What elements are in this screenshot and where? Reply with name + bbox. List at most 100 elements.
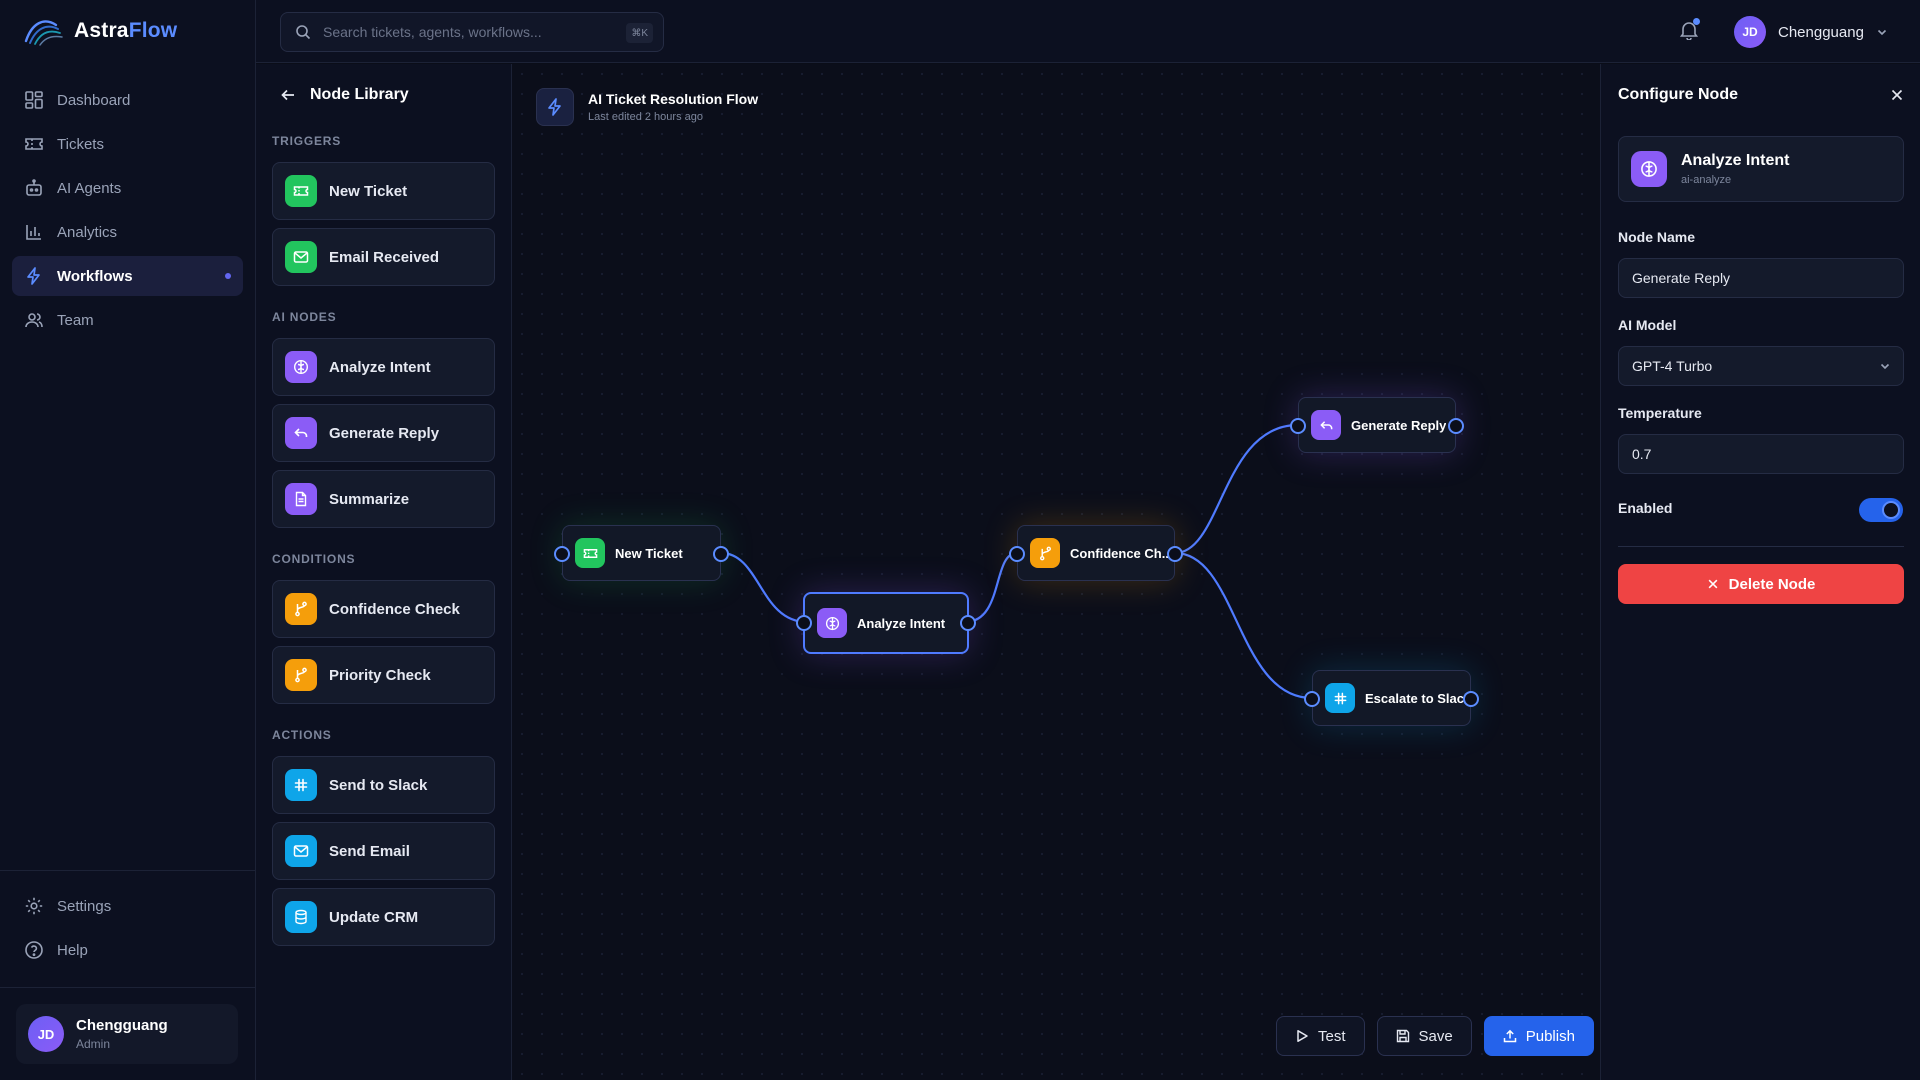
- nav-item-workflows[interactable]: Workflows: [12, 256, 243, 296]
- mail-icon: [285, 835, 317, 867]
- library-section-conditions: CONDITIONS Confidence Check Priority Che…: [272, 552, 495, 712]
- save-button[interactable]: Save: [1376, 1016, 1472, 1056]
- test-button[interactable]: Test: [1276, 1016, 1365, 1056]
- search-input[interactable]: [323, 24, 613, 40]
- node-library-panel: Node Library TRIGGERS New Ticket Email R…: [256, 64, 512, 1080]
- library-node-send-email[interactable]: Send Email: [272, 822, 495, 880]
- library-node-update-crm[interactable]: Update CRM: [272, 888, 495, 946]
- search-shortcut-badge: ⌘K: [626, 23, 653, 43]
- node-label: Analyze Intent: [329, 358, 431, 376]
- flow-node-analyze-intent[interactable]: Analyze Intent: [796, 592, 976, 654]
- input-port[interactable]: [796, 615, 812, 631]
- input-port[interactable]: [554, 546, 570, 562]
- search-box[interactable]: ⌘K: [280, 12, 664, 52]
- flow-node-new-ticket[interactable]: New Ticket: [554, 525, 729, 581]
- delete-node-button[interactable]: Delete Node: [1618, 564, 1904, 604]
- node-label: New Ticket: [329, 182, 408, 200]
- node-label: Email Received: [329, 248, 440, 266]
- reply-icon: [1311, 410, 1341, 440]
- workflow-canvas[interactable]: AI Ticket Resolution Flow Last edited 2 …: [512, 64, 1600, 1080]
- ai-model-select[interactable]: GPT-4 Turbo: [1618, 346, 1904, 386]
- output-port[interactable]: [1448, 418, 1464, 434]
- node-name-label: Node Name: [1618, 229, 1696, 245]
- node-label: Priority Check: [329, 666, 431, 684]
- users-icon: [24, 310, 44, 330]
- slack-icon: [285, 769, 317, 801]
- edge-confidence-check-to-generate-reply: [1174, 423, 1299, 555]
- search-icon: [295, 24, 311, 40]
- library-node-generate-reply[interactable]: Generate Reply: [272, 404, 495, 462]
- nav-item-dashboard[interactable]: Dashboard: [12, 80, 243, 120]
- enabled-label: Enabled: [1618, 500, 1673, 516]
- flow-node-confidence-check[interactable]: Confidence Ch...: [1009, 525, 1183, 581]
- input-port[interactable]: [1290, 418, 1306, 434]
- bot-icon: [24, 178, 44, 198]
- astraflow-logo-icon: [24, 15, 64, 47]
- brain-icon: [817, 608, 847, 638]
- enabled-toggle[interactable]: [1859, 498, 1903, 522]
- config-divider: [1618, 546, 1904, 547]
- gear-icon: [24, 896, 44, 916]
- library-node-send-to-slack[interactable]: Send to Slack: [272, 756, 495, 814]
- output-port[interactable]: [1167, 546, 1183, 562]
- close-icon[interactable]: [1890, 88, 1904, 102]
- library-section-actions: ACTIONS Send to Slack Send Email Update …: [272, 728, 495, 954]
- button-label: Save: [1418, 1027, 1453, 1045]
- library-node-email-received[interactable]: Email Received: [272, 228, 495, 286]
- library-node-confidence-check[interactable]: Confidence Check: [272, 580, 495, 638]
- publish-button[interactable]: Publish: [1483, 1016, 1594, 1056]
- output-port[interactable]: [960, 615, 976, 631]
- nav-label: Tickets: [57, 135, 104, 153]
- nav-item-help[interactable]: Help: [12, 930, 243, 970]
- node-name-input[interactable]: Generate Reply: [1618, 258, 1904, 298]
- nav-label: AI Agents: [57, 179, 122, 197]
- section-label: AI NODES: [272, 310, 337, 324]
- output-port[interactable]: [713, 546, 729, 562]
- flow-node-escalate-to-slack[interactable]: Escalate to Slack: [1304, 670, 1479, 726]
- nav-item-ai-agents[interactable]: AI Agents: [12, 168, 243, 208]
- account-menu[interactable]: JD Chengguang: [1734, 16, 1888, 48]
- input-port[interactable]: [1009, 546, 1025, 562]
- avatar: JD: [1734, 16, 1766, 48]
- output-port[interactable]: [1463, 691, 1479, 707]
- notifications-button[interactable]: [1680, 18, 1700, 40]
- node-label: Update CRM: [329, 908, 419, 926]
- document-icon: [285, 483, 317, 515]
- back-arrow-icon[interactable]: [280, 87, 296, 103]
- reply-icon: [285, 417, 317, 449]
- nav-item-team[interactable]: Team: [12, 300, 243, 340]
- button-label: Publish: [1525, 1027, 1575, 1045]
- library-section-ai-nodes: AI NODES Analyze Intent Generate Reply S…: [272, 310, 495, 536]
- input-port[interactable]: [1304, 691, 1320, 707]
- nav-item-analytics[interactable]: Analytics: [12, 212, 243, 252]
- node-label: Summarize: [329, 490, 410, 508]
- configure-node-header: Configure Node: [1618, 86, 1904, 104]
- ai-model-value: GPT-4 Turbo: [1632, 358, 1713, 374]
- nav-item-tickets[interactable]: Tickets: [12, 124, 243, 164]
- section-label: ACTIONS: [272, 728, 332, 742]
- chevron-down-icon: [1876, 26, 1888, 38]
- node-label: Generate Reply: [329, 424, 440, 442]
- button-label: Delete Node: [1728, 575, 1816, 593]
- user-name: Chengguang: [76, 1017, 168, 1034]
- node-label: Analyze Intent: [857, 615, 946, 631]
- user-profile-card[interactable]: JD Chengguang Admin: [16, 1004, 238, 1064]
- user-role: Admin: [76, 1037, 111, 1051]
- flow-node-generate-reply[interactable]: Generate Reply: [1290, 397, 1464, 453]
- temperature-input[interactable]: 0.7: [1618, 434, 1904, 474]
- library-node-analyze-intent[interactable]: Analyze Intent: [272, 338, 495, 396]
- nav-item-settings[interactable]: Settings: [12, 886, 243, 926]
- upload-icon: [1503, 1029, 1517, 1043]
- branch-icon: [285, 593, 317, 625]
- library-node-new-ticket[interactable]: New Ticket: [272, 162, 495, 220]
- avatar: JD: [28, 1016, 64, 1052]
- brand[interactable]: AstraFlow: [24, 14, 177, 48]
- node-label: Confidence Ch...: [1070, 545, 1173, 561]
- notification-dot: [1693, 18, 1700, 25]
- dashboard-icon: [24, 90, 44, 110]
- library-node-priority-check[interactable]: Priority Check: [272, 646, 495, 704]
- database-icon: [285, 901, 317, 933]
- library-node-summarize[interactable]: Summarize: [272, 470, 495, 528]
- node-label: Send Email: [329, 842, 410, 860]
- node-library-title: Node Library: [310, 86, 409, 103]
